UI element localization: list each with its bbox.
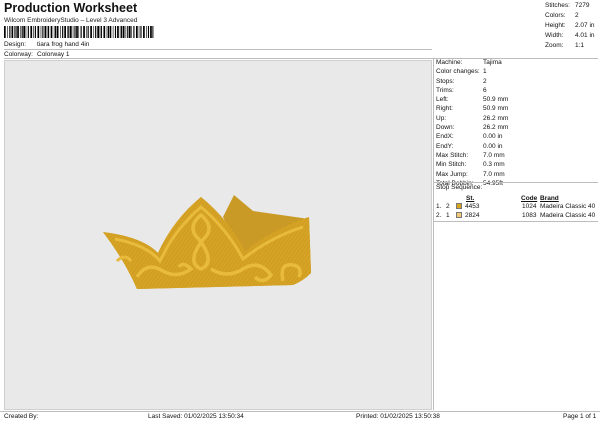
code-header: Code [521,195,538,202]
stitch-count: 2824 [465,212,480,219]
header-divider [4,49,432,50]
machine-info-row: Machine: Tajima [435,58,598,67]
info-value: 26.2 mm [483,114,509,122]
stop-divider [434,182,598,183]
machine-info-row: Trims: 6 [435,86,598,95]
design-value: tiara frog hand 4in [37,41,90,48]
stat-row: Height: 2.07 in [545,22,595,29]
thread-color-swatch [456,203,462,209]
info-value: 6 [483,86,487,94]
info-value: 54.95ft [483,179,503,187]
last-saved: Last Saved: 01/02/2025 13:50:34 [148,413,244,420]
crown-embroidery-image [103,195,311,289]
info-value: 50.9 mm [483,96,509,104]
machine-info-panel: Machine: Tajima Color changes: 1 Stops: 2 Trim… [435,58,598,188]
printed-date: Printed: 01/02/2025 13:50:38 [356,413,440,420]
info-label: Machine: [436,59,463,66]
design-label: Design: [4,41,27,48]
stop-end-divider [434,221,598,222]
software-subtitle: Wilcom EmbroideryStudio – Level 3 Advanc… [4,17,138,24]
info-label: Color changes: [436,68,480,76]
machine-info-row: Stops: 2 [435,77,598,86]
stop-number: 1. [436,203,442,210]
info-label: Trims: [436,86,454,94]
info-label: EndY: [436,142,454,150]
stat-row: Stitches: 7279 [545,2,590,9]
stitch-count-header: St. [466,195,475,202]
page-number: Page 1 of 1 [563,413,597,420]
barcode [4,26,154,38]
info-label: Stops: [436,77,455,85]
info-value: 50.9 mm [483,105,509,113]
color-index: 2 [446,203,450,210]
machine-info-row: Right: 50.9 mm [435,104,598,113]
machine-info-row: Max Jump: 7.0 mm [435,170,598,179]
machine-info-row: Max Stitch: 7.0 mm [435,151,598,160]
colorway-value: Colorway 1 [37,51,70,58]
stitch-count: 4453 [465,203,480,210]
thread-brand: Madeira Classic 40 [540,212,596,219]
info-label: Max Stitch: [436,151,469,159]
info-value: Tajima [483,59,502,66]
summary-stats: Stitches: 7279 Colors: 2 Height: 2.07 in Wi… [545,2,600,52]
machine-info-row: Color changes: 1 [435,67,598,76]
panel-divider [433,58,434,410]
colorway-label: Colorway: [4,51,33,58]
info-value: 26.2 mm [483,124,509,132]
info-value: 7.0 mm [483,170,505,178]
info-value: 1 [483,68,487,76]
brand-header: Brand [540,195,559,202]
thread-code: 1083 [522,212,537,219]
info-label: Max Jump: [436,170,468,178]
stat-row: Colors: 2 [545,12,579,19]
machine-info-row: EndY: 0.00 in [435,142,598,151]
machine-info-row: Down: 26.2 mm [435,123,598,132]
stop-number: 2. [436,212,442,219]
thread-color-swatch [456,212,462,218]
footer-divider [0,411,600,412]
machine-info-row: Left: 50.9 mm [435,95,598,104]
machine-info-row: Min Stitch: 0.3 mm [435,160,598,169]
thread-brand: Madeira Classic 40 [540,203,596,210]
created-by: Created By: [4,413,39,420]
info-label: Up: [436,114,447,122]
machine-info-row: EndX: 0.00 in [435,132,598,141]
page-title: Production Worksheet [4,1,138,15]
info-value: 7.0 mm [483,151,505,159]
design-preview [4,60,432,410]
footer: Created By: Last Saved: 01/02/2025 13:50… [0,413,600,423]
machine-info-row: Up: 26.2 mm [435,114,598,123]
info-label: EndX: [436,133,454,141]
stat-row: Zoom: 1:1 [545,42,585,49]
info-label: Right: [436,105,453,113]
info-label: Left: [436,96,449,104]
stat-row: Width: 4.01 in [545,32,595,39]
info-value: 0.3 mm [483,161,505,169]
color-index: 1 [446,212,450,219]
info-value: 0.00 in [483,142,503,150]
info-value: 0.00 in [483,133,503,141]
thread-code: 1024 [522,203,537,210]
stop-sequence-title: Stop Sequence: [436,184,483,191]
info-label: Min Stitch: [436,161,467,169]
info-value: 2 [483,77,487,85]
info-label: Down: [436,124,455,132]
